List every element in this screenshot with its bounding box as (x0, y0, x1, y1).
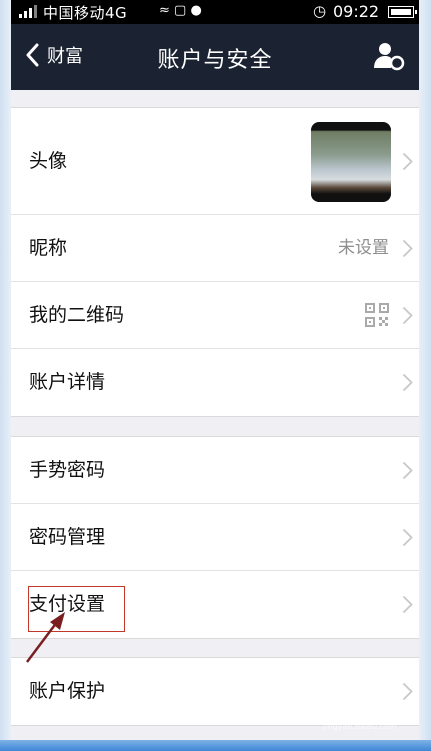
taskbar-strip (0, 740, 431, 751)
nav-bar: 财富 账户与安全 (11, 24, 419, 90)
status-time: 09:22 (333, 2, 380, 21)
row-label: 昵称 (29, 237, 68, 259)
chevron-right-icon (402, 152, 413, 171)
profile-group: 头像 昵称 未设置 我的二维码 账户详情 (11, 107, 419, 417)
chevron-right-icon (402, 528, 413, 547)
row-label: 支付设置 (29, 593, 106, 615)
row-label: 我的二维码 (29, 304, 125, 326)
right-edge (419, 0, 431, 740)
row-account-details[interactable]: 账户详情 (11, 349, 419, 416)
chevron-right-icon (402, 239, 413, 258)
row-label: 手势密码 (29, 459, 106, 481)
row-label: 账户保护 (29, 680, 106, 702)
avatar (311, 122, 391, 202)
account-settings-icon[interactable] (373, 40, 405, 72)
security-group: 手势密码 密码管理 支付设置 (11, 436, 419, 639)
row-nickname[interactable]: 昵称 未设置 (11, 215, 419, 282)
row-password-management[interactable]: 密码管理 (11, 504, 419, 571)
signal-icon (19, 4, 37, 18)
chevron-right-icon (402, 595, 413, 614)
row-label: 头像 (29, 150, 68, 172)
wifi-icon: ≈ ▢ ● (159, 3, 202, 18)
row-label: 密码管理 (29, 526, 106, 548)
row-gesture-password[interactable]: 手势密码 (11, 437, 419, 504)
battery-icon (388, 6, 417, 18)
phone-screen: 中国移动4G ≈ ▢ ● ◷ 09:22 财富 账户与安全 头像 昵称 未设置 (11, 0, 419, 740)
page-title: 账户与安全 (157, 48, 273, 73)
qr-code-icon (365, 303, 389, 327)
row-avatar[interactable]: 头像 (11, 108, 419, 215)
chevron-right-icon (402, 461, 413, 480)
row-qrcode[interactable]: 我的二维码 (11, 282, 419, 349)
watermark-url: jingyan.baidu.com (323, 722, 397, 731)
chevron-right-icon (402, 373, 413, 392)
status-bar: 中国移动4G ≈ ▢ ● ◷ 09:22 (11, 0, 419, 24)
left-edge (0, 0, 11, 740)
alarm-icon: ◷ (313, 2, 327, 20)
row-payment-settings[interactable]: 支付设置 (11, 571, 419, 638)
chevron-right-icon (402, 682, 413, 701)
row-value: 未设置 (338, 238, 389, 258)
chevron-right-icon (402, 306, 413, 325)
carrier-label: 中国移动4G (43, 4, 128, 22)
row-label: 账户详情 (29, 371, 106, 393)
